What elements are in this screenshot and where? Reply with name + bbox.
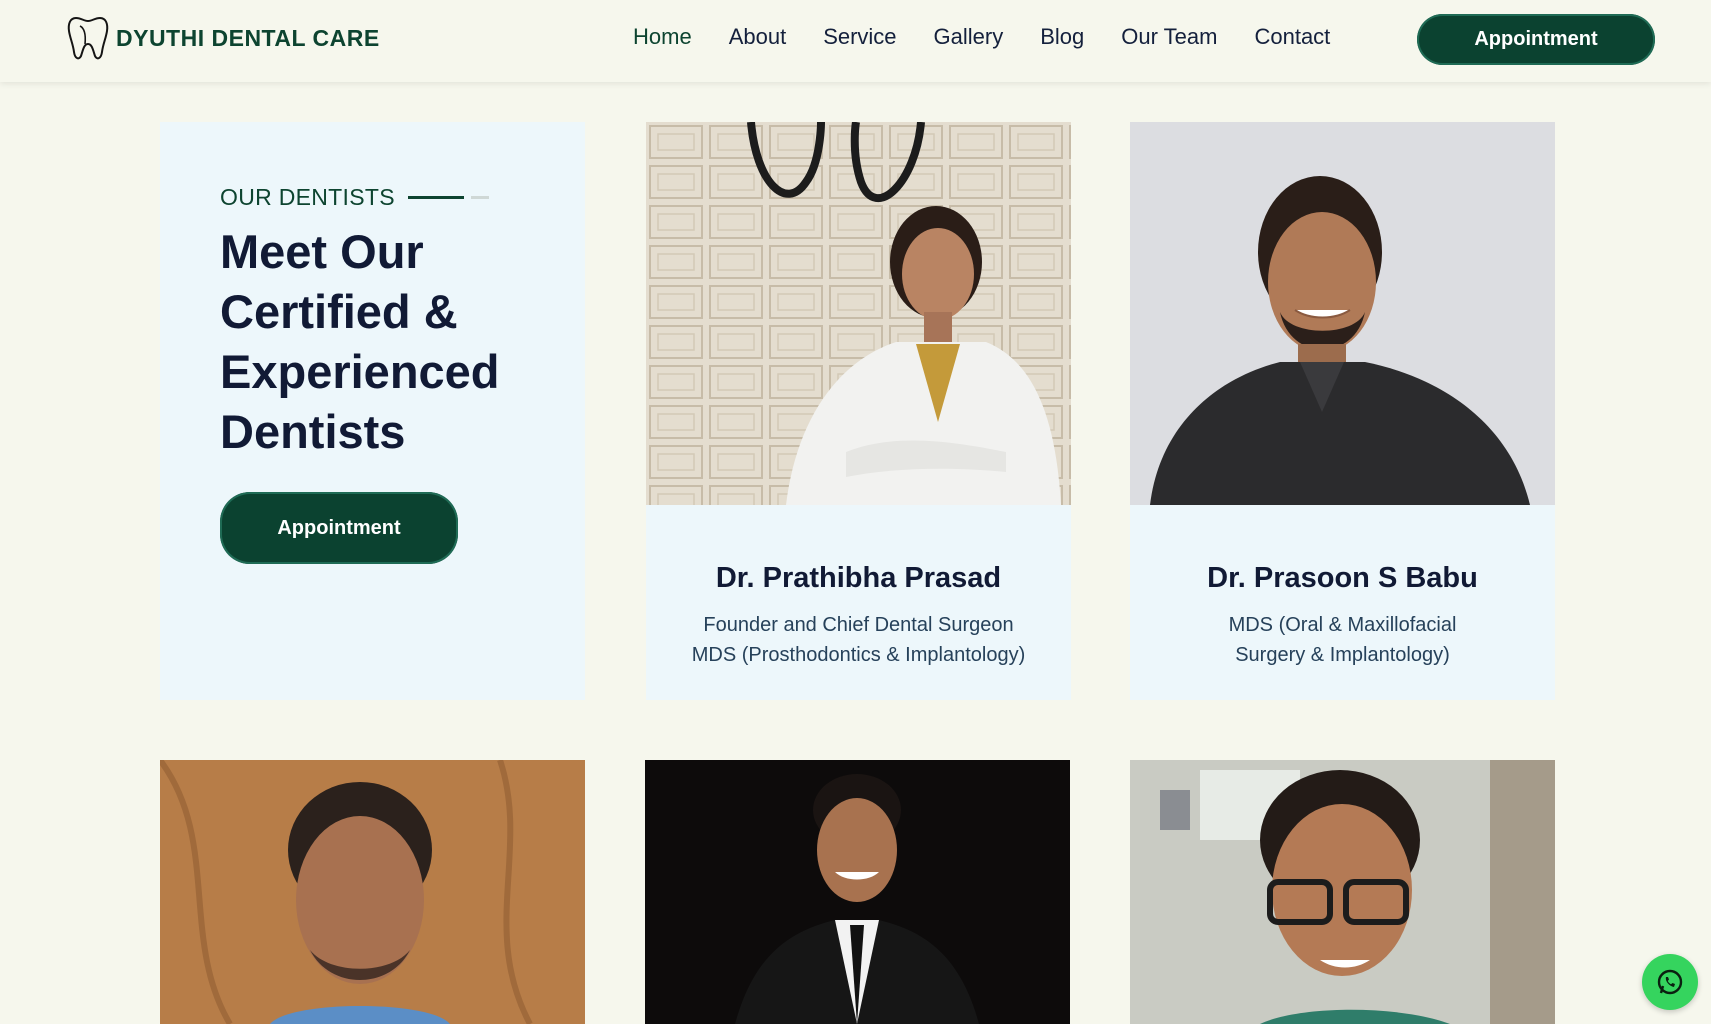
header-appointment-button[interactable]: Appointment [1417, 14, 1655, 65]
dentist-name: Dr. Prathibha Prasad [715, 562, 1002, 594]
nav-contact[interactable]: Contact [1254, 24, 1330, 50]
dentist-card[interactable] [1130, 760, 1555, 1024]
dentist-photo [1130, 760, 1555, 1024]
eyebrow-divider [407, 196, 464, 199]
brand-name: DYUTHI DENTAL CARE [116, 24, 380, 51]
section-eyebrow: OUR DENTISTS [220, 184, 489, 211]
tooth-icon [67, 16, 109, 60]
dentist-photo [645, 760, 1070, 1024]
nav-home[interactable]: Home [633, 24, 692, 50]
nav-our-team[interactable]: Our Team [1121, 24, 1217, 50]
dentist-card[interactable] [160, 760, 585, 1024]
nav-about[interactable]: About [729, 24, 787, 50]
whatsapp-chat-button[interactable] [1642, 954, 1698, 1010]
dentist-photo [1130, 122, 1555, 505]
dentist-photo [646, 122, 1071, 505]
main-nav: Home About Service Gallery Blog Our Team… [633, 24, 1367, 50]
brand-logo[interactable]: DYUTHI DENTAL CARE [66, 14, 380, 62]
dentist-qualification: MDS (Prosthodontics & Implantology) [691, 644, 1026, 666]
eyebrow-text: OUR DENTISTS [220, 184, 395, 210]
eyebrow-divider-accent [470, 196, 489, 199]
dentist-card[interactable]: Dr. Prasoon S Babu MDS (Oral & Maxillofa… [1130, 122, 1555, 700]
dentist-name: Dr. Prasoon S Babu [1207, 562, 1478, 594]
dentist-role: Founder and Chief Dental Surgeon [703, 614, 1014, 636]
dentist-role: MDS (Oral & Maxillofacial [1228, 614, 1457, 636]
dentist-photo [160, 760, 585, 1024]
dentist-card[interactable] [645, 760, 1070, 1024]
dentists-intro-card: OUR DENTISTS Meet Our Certified & Experi… [160, 122, 585, 700]
site-header: DYUTHI DENTAL CARE Home About Service Ga… [0, 0, 1711, 82]
nav-gallery[interactable]: Gallery [934, 24, 1004, 50]
section-heading: Meet Our Certified & Experienced Dentist… [220, 225, 500, 458]
dentist-card[interactable]: Dr. Prathibha Prasad Founder and Chief D… [646, 122, 1071, 700]
dentist-qualification: Surgery & Implantology) [1235, 644, 1450, 666]
intro-appointment-button[interactable]: Appointment [220, 492, 458, 564]
nav-blog[interactable]: Blog [1040, 24, 1084, 50]
nav-service[interactable]: Service [823, 24, 896, 50]
whatsapp-icon [1657, 969, 1683, 995]
